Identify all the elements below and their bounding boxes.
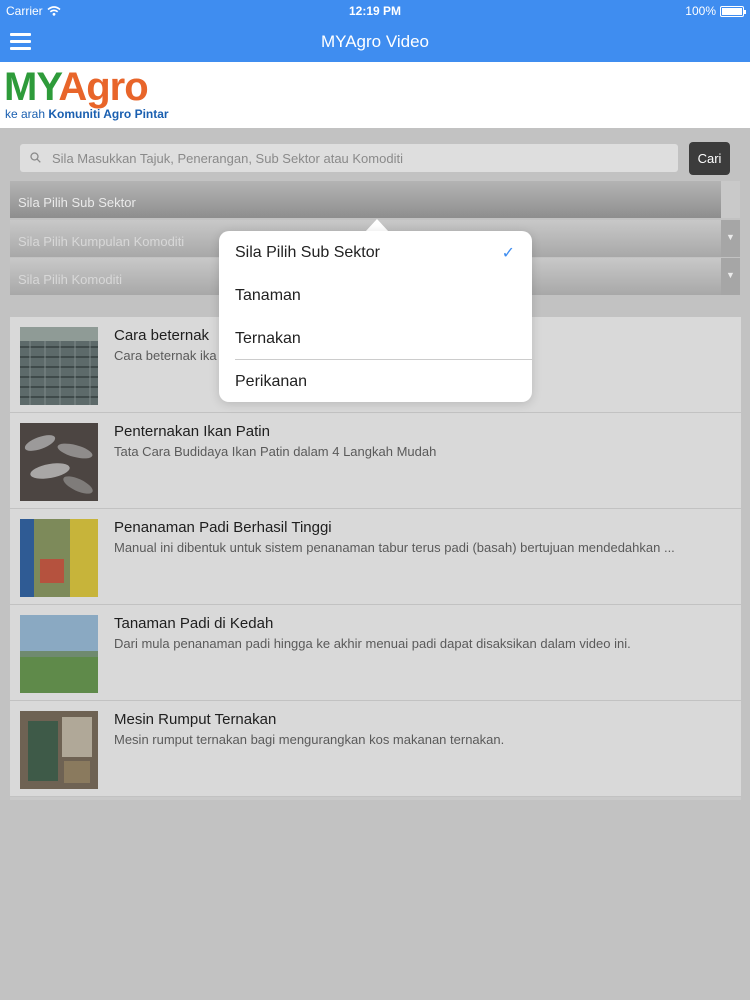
video-thumbnail: [20, 327, 98, 405]
picker-option-sila-pilih[interactable]: Sila Pilih Sub Sektor ✓: [219, 231, 532, 274]
checkmark-icon: ✓: [501, 245, 515, 262]
picker-option-perikanan[interactable]: Perikanan: [219, 360, 532, 403]
search-button[interactable]: Cari: [689, 142, 730, 175]
video-description: Mesin rumput ternakan bagi mengurangkan …: [114, 732, 505, 747]
video-item[interactable]: Penanaman Padi Berhasil Tinggi Manual in…: [10, 509, 741, 605]
search-icon: [30, 152, 41, 163]
logo-agro: Agro: [58, 65, 148, 109]
video-thumbnail: [20, 423, 98, 501]
picker-option-label: Sila Pilih Sub Sektor: [235, 244, 380, 261]
picker-option-label: Perikanan: [235, 373, 308, 390]
video-item[interactable]: Penternakan Ikan Patin Tata Cara Budiday…: [10, 413, 741, 509]
search-placeholder: Sila Masukkan Tajuk, Penerangan, Sub Sek…: [52, 151, 403, 166]
logo-my: MY: [4, 65, 59, 109]
video-title: Mesin Rumput Ternakan: [114, 711, 277, 728]
battery-percent: 100%: [685, 4, 716, 18]
video-thumbnail: [20, 519, 98, 597]
sub-sektor-picker-popover: Sila Pilih Sub Sektor ✓ Tanaman Ternakan…: [219, 231, 532, 402]
video-item[interactable]: Tanaman Padi di Kedah Dari mula penanama…: [10, 605, 741, 701]
picker-option-ternakan[interactable]: Ternakan: [219, 317, 532, 360]
komoditi-dropdown-icon[interactable]: ▼: [721, 258, 740, 295]
video-description: Tata Cara Budidaya Ikan Patin dalam 4 La…: [114, 444, 437, 459]
nav-title: MYAgro Video: [320, 32, 430, 51]
battery-indicator: 100%: [685, 4, 746, 18]
sub-sektor-dropdown-icon[interactable]: [721, 181, 740, 218]
picker-option-label: Tanaman: [235, 287, 301, 304]
logo-tagline-prefix: ke arah: [5, 107, 49, 121]
video-description: Dari mula penanaman padi hingga ke akhir…: [114, 636, 631, 651]
video-description: Manual ini dibentuk untuk sistem penanam…: [114, 540, 675, 555]
video-item[interactable]: Mesin Rumput Ternakan Mesin rumput terna…: [10, 701, 741, 797]
battery-icon: [720, 5, 746, 17]
nav-bar: MYAgro Video: [0, 22, 750, 62]
video-title: Penanaman Padi Berhasil Tinggi: [114, 519, 332, 536]
logo: MYAgro: [4, 65, 149, 109]
search-input[interactable]: Sila Masukkan Tajuk, Penerangan, Sub Sek…: [20, 144, 678, 172]
picker-option-tanaman[interactable]: Tanaman: [219, 274, 532, 317]
video-title: Tanaman Padi di Kedah: [114, 615, 274, 632]
sub-sektor-select[interactable]: Sila Pilih Sub Sektor: [10, 181, 721, 218]
picker-option-label: Ternakan: [235, 330, 301, 347]
video-title: Cara beternak: [114, 327, 210, 344]
status-time: 12:19 PM: [348, 4, 402, 18]
status-bar: Carrier 12:19 PM 100%: [0, 0, 750, 22]
kumpulan-komoditi-dropdown-icon[interactable]: ▼: [721, 220, 740, 257]
video-title: Penternakan Ikan Patin: [114, 423, 270, 440]
video-thumbnail: [20, 711, 98, 789]
logo-header: MYAgro ke arah Komuniti Agro Pintar: [0, 62, 750, 128]
logo-tagline-bold: Komuniti Agro Pintar: [48, 107, 169, 121]
logo-tagline: ke arah Komuniti Agro Pintar: [5, 107, 169, 121]
video-thumbnail: [20, 615, 98, 693]
